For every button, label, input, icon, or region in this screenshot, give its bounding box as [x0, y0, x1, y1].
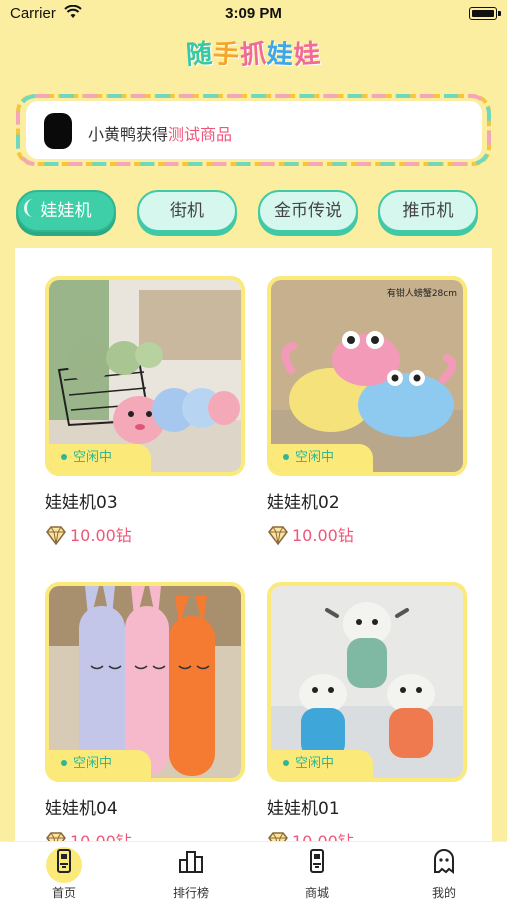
status-dot: [61, 759, 67, 766]
status-badge: 空闲中: [49, 750, 151, 778]
tabbar-label: 我的: [431, 886, 456, 900]
status-badge: 空闲中: [271, 750, 373, 778]
machine-name: 娃娃机04: [45, 799, 118, 819]
tabbar-label: 商城: [304, 886, 329, 900]
machine-name: 娃娃机02: [267, 493, 340, 513]
machine-image-frame: 有钳人螃蟹28cm 空闲中: [267, 276, 467, 476]
clock: 3:09 PM: [225, 5, 282, 22]
machine-price: 10.00钻: [267, 522, 354, 548]
title-char: 娃: [293, 39, 323, 71]
battery-tip: [498, 11, 501, 16]
image-caption: 有钳人螃蟹28cm: [386, 289, 457, 299]
tabbar-item-ranking[interactable]: 排行榜: [151, 842, 231, 900]
diamond-icon: [268, 525, 288, 545]
status-label: 空闲中: [295, 756, 335, 771]
tabbar-label: 排行榜: [172, 886, 209, 900]
tabbar-item-profile[interactable]: 我的: [404, 842, 484, 900]
status-dot: [283, 453, 289, 460]
title-char: 抓: [239, 39, 269, 71]
title-char: 随: [185, 39, 215, 71]
avatar: [44, 113, 72, 149]
tabbar-item-shop[interactable]: 商城: [277, 842, 357, 900]
status-label: 空闲中: [295, 450, 335, 465]
notice-prefix: 小黄鸭获得: [88, 125, 169, 144]
price-value: 10.00钻: [292, 526, 354, 545]
machine-image-frame: 空闲中: [45, 276, 245, 476]
machine-image-frame: 空闲中: [267, 582, 467, 782]
tab-coin-pusher[interactable]: 推币机: [378, 190, 478, 232]
bottom-tab-bar: 首页 排行榜 商城 我的: [0, 841, 507, 900]
notice-prize: 测试商品: [168, 125, 233, 144]
title-char: 手: [212, 39, 241, 71]
machine-name: 娃娃机03: [45, 493, 118, 513]
tab-doll-machine[interactable]: 娃娃机: [16, 190, 116, 232]
tabbar-label: 首页: [51, 886, 76, 900]
status-badge: 空闲中: [49, 444, 151, 472]
tabbar-item-home[interactable]: 首页: [24, 842, 104, 900]
title-char: 娃: [266, 39, 295, 71]
machine-name: 娃娃机01: [267, 799, 340, 819]
claw-machine-icon: [57, 849, 71, 873]
shop-icon: [310, 849, 324, 873]
tab-gold-legend[interactable]: 金币传说: [258, 190, 358, 232]
battery-icon: [469, 7, 497, 20]
notice-message: 小黄鸭获得测试商品: [88, 121, 232, 145]
ghost-icon: [434, 849, 454, 874]
machine-image-frame: 空闲中: [45, 582, 245, 782]
status-label: 空闲中: [73, 450, 113, 465]
price-value: 10.00钻: [70, 526, 132, 545]
status-dot: [61, 453, 67, 460]
ranking-icon: [179, 851, 203, 873]
status-bar: Carrier 3:09 PM: [0, 0, 507, 28]
status-label: 空闲中: [73, 756, 113, 771]
app-title-logo: 随手抓娃娃: [0, 34, 507, 71]
machine-grid: 空闲中 娃娃机03 10.00钻 有钳人螃蟹28cm 空闲中 娃娃机02 10.…: [15, 248, 492, 848]
status-badge: 空闲中: [271, 444, 373, 472]
diamond-icon: [46, 525, 66, 545]
status-dot: [283, 759, 289, 766]
machine-price: 10.00钻: [45, 522, 132, 548]
tab-arcade[interactable]: 街机: [137, 190, 237, 232]
